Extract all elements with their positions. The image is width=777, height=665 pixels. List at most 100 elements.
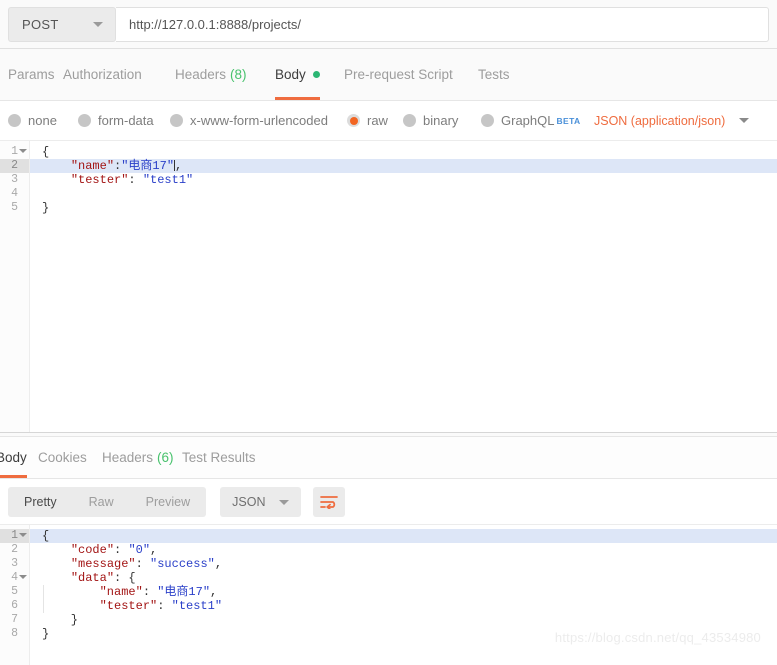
code-line[interactable]: "data": { [30, 571, 777, 585]
request-tab-body[interactable]: Body [275, 49, 320, 100]
tab-label: Body [0, 450, 27, 465]
response-tab-test-results[interactable]: Test Results [182, 437, 256, 478]
code-token: "code" [70, 543, 115, 557]
radio-label: form-data [98, 113, 154, 128]
tab-label: Headers [175, 67, 227, 82]
body-type-radio-binary[interactable]: binary [403, 113, 458, 128]
body-type-radio-none[interactable]: none [8, 113, 57, 128]
code-token: "test1" [171, 599, 223, 613]
code-token: , [210, 585, 218, 599]
word-wrap-icon [320, 496, 339, 509]
code-token: "success" [150, 557, 215, 571]
http-method-dropdown[interactable]: POST [8, 7, 116, 42]
request-tab-authorization[interactable]: Authorization [63, 49, 142, 100]
response-editor-code[interactable]: { "code": "0", "message": "success", "da… [30, 525, 777, 665]
code-token: "tester" [99, 599, 158, 613]
radio-label: none [28, 113, 57, 128]
code-token: "电商17" [121, 159, 175, 173]
radio-button-icon[interactable] [8, 114, 21, 127]
code-line[interactable]: "tester": "test1" [30, 173, 777, 187]
response-format-label: JSON [232, 495, 266, 509]
view-mode-preview[interactable]: Preview [130, 487, 206, 517]
radio-button-icon[interactable] [347, 114, 360, 127]
url-input[interactable]: http://127.0.0.1:8888/projects/ [116, 7, 769, 42]
request-tabs: Params Authorization Headers (8) Body Pre-req… [0, 49, 777, 101]
code-line[interactable]: "name": "电商17", [30, 585, 777, 599]
radio-label: GraphQL [501, 113, 555, 128]
code-line[interactable]: { [30, 145, 777, 159]
fold-toggle-icon[interactable] [19, 149, 27, 153]
code-line[interactable]: "name":"电商17", [30, 159, 777, 173]
request-tab-tests[interactable]: Tests [478, 49, 510, 100]
radio-label: binary [423, 113, 459, 128]
radio-label: raw [367, 113, 388, 128]
request-tab-params[interactable]: Params [8, 49, 55, 100]
response-view-toolbar: Pretty Raw Preview JSON [0, 479, 777, 525]
tab-label: Headers [102, 450, 154, 465]
body-type-radio-form-data[interactable]: form-data [78, 113, 154, 128]
response-body-editor[interactable]: 12345678 { "code": "0", "message": "succ… [0, 525, 777, 665]
code-token: } [42, 627, 50, 641]
chevron-down-icon [739, 118, 750, 123]
line-number: 7 [11, 613, 18, 626]
content-type-dropdown[interactable]: JSON (application/json) [594, 114, 750, 128]
request-editor-code[interactable]: { "name":"电商17", "tester": "test1"} [30, 141, 777, 432]
radio-button-icon[interactable] [403, 114, 416, 127]
tab-label: Test Results [182, 450, 256, 465]
line-number: 5 [11, 201, 18, 214]
response-tab-body[interactable]: Body [0, 437, 27, 478]
request-body-editor[interactable]: 12345 { "name":"电商17", "tester": "test1"… [0, 141, 777, 432]
url-input-value: http://127.0.0.1:8888/projects/ [129, 17, 302, 32]
code-line[interactable]: } [30, 201, 777, 215]
view-mode-pretty[interactable]: Pretty [8, 487, 73, 517]
code-token: : { [114, 571, 136, 585]
code-line[interactable]: "tester": "test1" [30, 599, 777, 613]
body-type-radio-x-www-form-urlencoded[interactable]: x-www-form-urlencoded [170, 113, 328, 128]
request-tab-headers[interactable]: Headers (8) [175, 49, 247, 100]
http-method-label: POST [22, 17, 59, 32]
code-token: "tester" [70, 173, 129, 187]
code-line[interactable] [30, 187, 777, 201]
response-tab-cookies[interactable]: Cookies [38, 437, 87, 478]
code-token: } [42, 201, 50, 215]
code-line[interactable]: { [30, 529, 777, 543]
view-mode-raw[interactable]: Raw [73, 487, 130, 517]
response-format-dropdown[interactable]: JSON [220, 487, 302, 517]
body-type-radio-raw[interactable]: raw [347, 113, 388, 128]
line-number: 1 [0, 529, 29, 543]
body-type-row: none form-data x-www-form-urlencoded raw bin… [0, 101, 777, 141]
radio-button-icon[interactable] [78, 114, 91, 127]
code-token: , [150, 543, 158, 557]
tab-label: Tests [478, 67, 510, 82]
response-editor-gutter[interactable]: 12345678 [0, 525, 30, 665]
code-line[interactable]: } [30, 627, 777, 641]
code-token: : [128, 173, 143, 187]
code-token: { [42, 145, 50, 159]
code-line[interactable]: "message": "success", [30, 557, 777, 571]
code-token: : [135, 557, 151, 571]
code-token: } [42, 613, 79, 627]
radio-button-icon[interactable] [170, 114, 183, 127]
line-number: 4 [0, 571, 29, 585]
request-editor-gutter[interactable]: 12345 [0, 141, 30, 432]
code-token: "test1" [142, 173, 194, 187]
radio-label: x-www-form-urlencoded [190, 113, 328, 128]
code-line[interactable]: "code": "0", [30, 543, 777, 557]
tab-label: Cookies [38, 450, 87, 465]
fold-toggle-icon[interactable] [19, 533, 27, 537]
tab-label: Pre-request Script [344, 67, 453, 82]
word-wrap-toggle-button[interactable] [313, 487, 346, 517]
radio-button-icon[interactable] [481, 114, 494, 127]
chevron-down-icon [279, 499, 290, 505]
code-line[interactable]: } [30, 613, 777, 627]
line-number: 6 [11, 599, 18, 612]
code-token: : [142, 585, 158, 599]
request-tab-pre-request-script[interactable]: Pre-request Script [344, 49, 453, 100]
fold-toggle-icon[interactable] [19, 575, 27, 579]
code-token: "0" [128, 543, 151, 557]
response-tab-headers[interactable]: Headers (6) [102, 437, 174, 478]
postman-window: POST http://127.0.0.1:8888/projects/ Par… [0, 0, 777, 665]
body-type-radio-graphql[interactable]: GraphQL BETA [481, 113, 581, 128]
